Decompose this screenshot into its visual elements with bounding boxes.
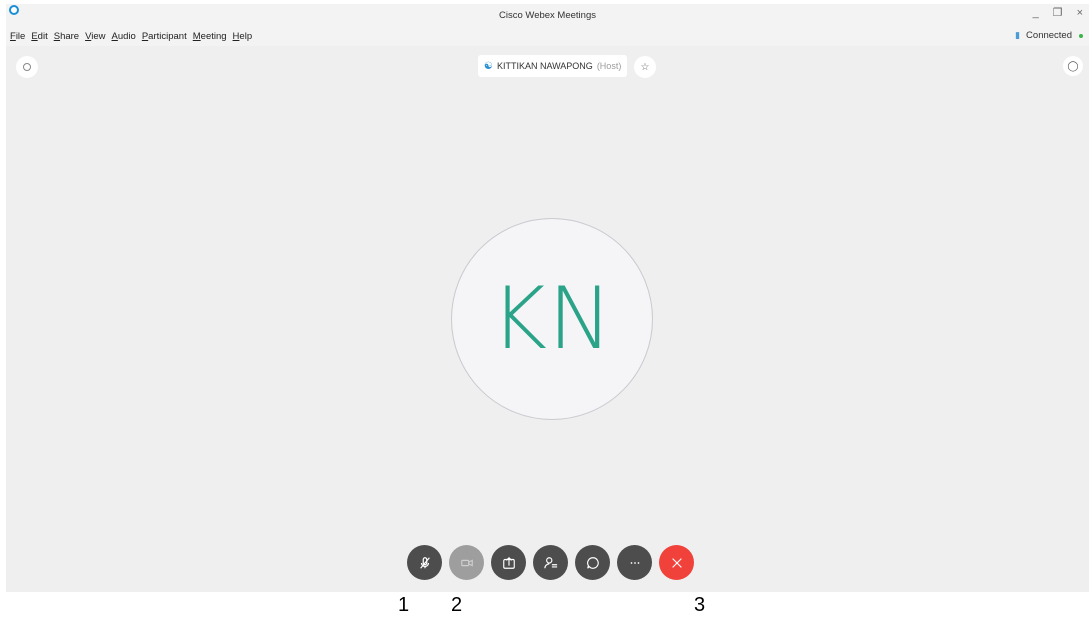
close-icon <box>671 557 682 568</box>
close-window-button[interactable]: × <box>1077 6 1083 20</box>
more-icon <box>630 561 639 564</box>
webex-window: Cisco Webex Meetings _ ❐ × File Edit Sha… <box>6 4 1089 592</box>
chat-button[interactable] <box>575 545 610 580</box>
info-icon <box>23 63 31 71</box>
chat-icon <box>586 556 599 569</box>
video-off-icon <box>460 558 473 567</box>
layout-button[interactable]: ◯ <box>1063 56 1083 76</box>
speaker-icon: ☯ <box>484 60 493 72</box>
menu-help[interactable]: Help <box>233 31 253 42</box>
pin-icon: ☆ <box>640 61 650 73</box>
title-bar: Cisco Webex Meetings _ ❐ × <box>6 4 1089 26</box>
more-options-button[interactable] <box>617 545 652 580</box>
participant-avatar: KN <box>451 218 653 420</box>
menu-bar: File Edit Share View Audio Participant M… <box>6 26 1089 46</box>
end-meeting-button[interactable] <box>659 545 694 580</box>
connection-dot-icon <box>1079 33 1083 38</box>
window-controls: _ ❐ × <box>1033 6 1083 20</box>
layout-icon: ◯ <box>1067 60 1079 72</box>
menu-audio[interactable]: Audio <box>112 31 136 42</box>
minimize-button[interactable]: _ <box>1033 6 1039 20</box>
menu-edit[interactable]: Edit <box>31 31 47 42</box>
meeting-info-button[interactable] <box>16 56 38 78</box>
annotation-3: 3 <box>694 594 706 616</box>
annotation-1: 1 <box>398 594 410 616</box>
mic-muted-icon <box>419 556 430 569</box>
connection-status[interactable]: ▮ Connected <box>1015 30 1083 41</box>
menu-view[interactable]: View <box>85 31 105 42</box>
meeting-controls <box>407 545 694 581</box>
share-button[interactable] <box>491 545 526 580</box>
menu-meeting[interactable]: Meeting <box>193 31 227 42</box>
video-button[interactable] <box>449 545 484 580</box>
avatar-initials: KN <box>490 269 614 369</box>
speaker-name: KITTIKAN NAWAPONG <box>496 61 593 71</box>
mute-button[interactable] <box>407 545 442 580</box>
annotation-2: 2 <box>451 594 463 616</box>
pin-button[interactable]: ☆ <box>634 56 656 78</box>
speaker-role: (Host) <box>596 61 622 71</box>
participants-icon <box>543 556 557 568</box>
window-title: Cisco Webex Meetings <box>499 10 596 21</box>
active-speaker-label: ☯ KITTIKAN NAWAPONG (Host) <box>478 55 628 77</box>
audio-indicator-icon: ▮ <box>1015 30 1021 40</box>
menu-share[interactable]: Share <box>54 31 79 42</box>
connection-label: Connected <box>1026 30 1072 41</box>
share-icon <box>502 556 515 569</box>
menu-file[interactable]: File <box>10 31 25 42</box>
participants-button[interactable] <box>533 545 568 580</box>
menu-participant[interactable]: Participant <box>142 31 187 42</box>
restore-button[interactable]: ❐ <box>1053 6 1063 20</box>
